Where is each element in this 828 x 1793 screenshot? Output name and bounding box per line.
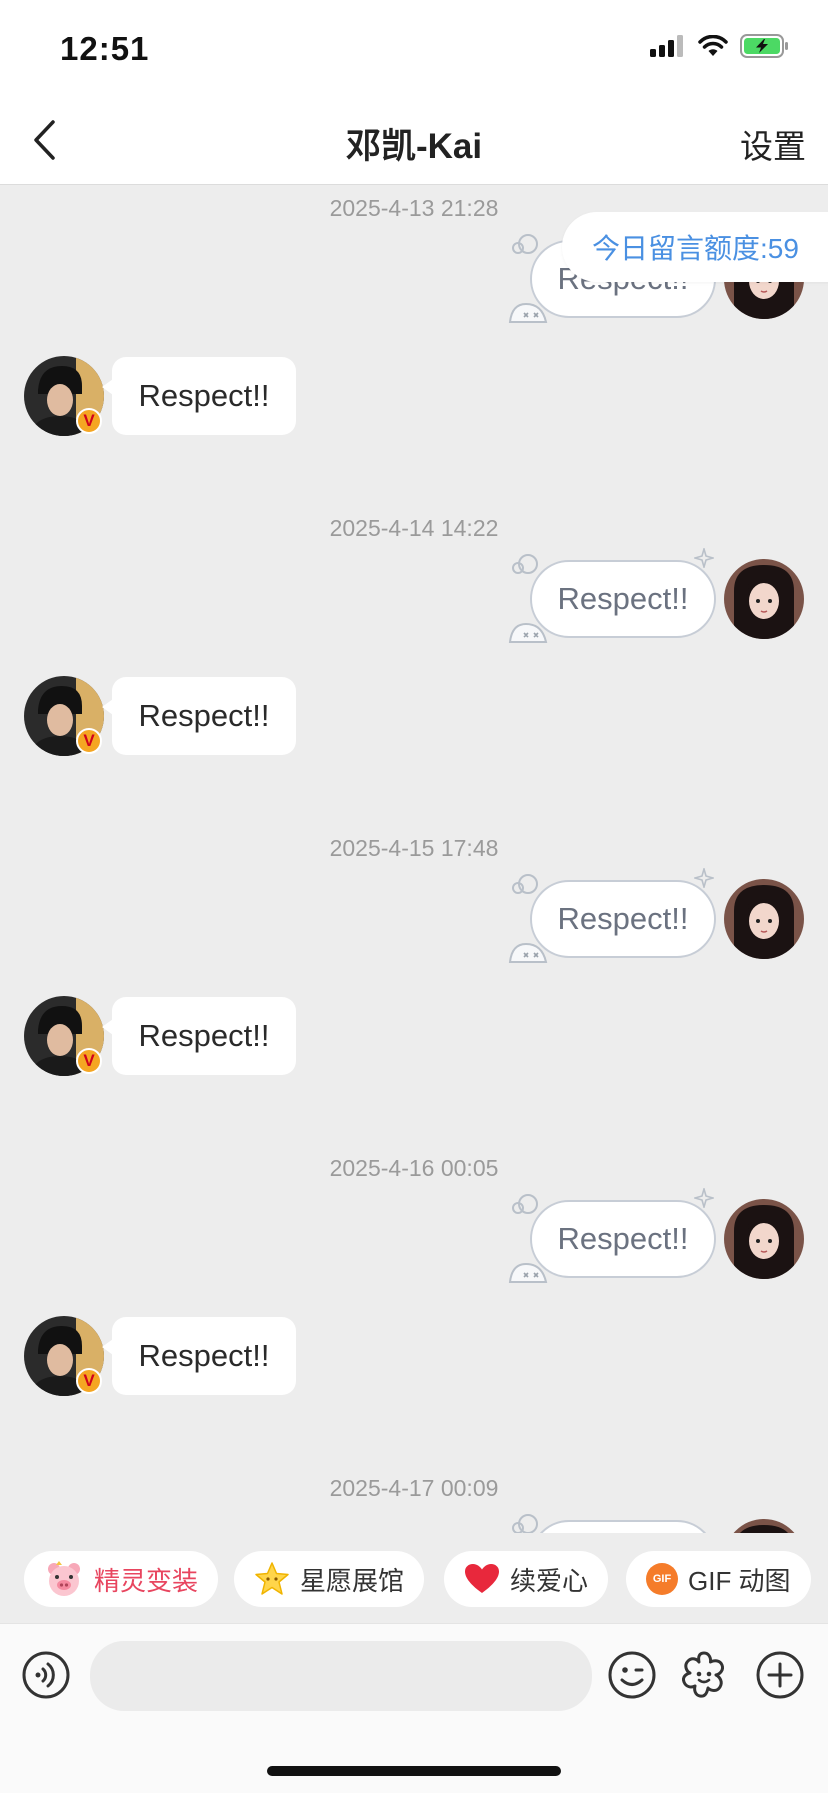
flower-button[interactable]: [678, 1649, 730, 1701]
message-timestamp: 2025-4-16 00:05: [329, 1155, 499, 1181]
heart-icon: [465, 1564, 499, 1593]
voice-button[interactable]: [20, 1649, 72, 1701]
chevron-left-icon: [34, 120, 55, 160]
sent-message-bubble[interactable]: Respect!!: [530, 560, 716, 638]
verified-badge-icon: V: [76, 728, 102, 754]
verified-badge-icon: V: [76, 408, 102, 434]
sprite-dressup-button[interactable]: 精灵变装: [24, 1551, 219, 1607]
page-title: 邓凯-Kai: [345, 127, 483, 166]
input-bar: [0, 1623, 828, 1793]
cellular-signal-icon: [650, 35, 683, 57]
quick-action-bar: 精灵变装 星愿展馆 续爱心 GIF GIF 动图: [0, 1533, 828, 1623]
chip-label: 续爱心: [510, 1565, 589, 1596]
quota-badge: 今日留言额度:59: [562, 212, 828, 282]
status-bar: 12:51: [0, 0, 828, 96]
received-message-bubble[interactable]: Respect!!: [102, 677, 296, 755]
emoji-button[interactable]: [606, 1649, 658, 1701]
verified-badge-icon: V: [76, 1048, 102, 1074]
received-message-bubble[interactable]: Respect!!: [102, 997, 296, 1075]
my-avatar[interactable]: [724, 1519, 804, 1533]
sent-message-bubble[interactable]: Respect!!: [530, 880, 716, 958]
my-avatar[interactable]: [724, 879, 804, 959]
sent-message-bubble[interactable]: [530, 1520, 716, 1533]
sent-message-bubble[interactable]: Respect!!: [530, 1200, 716, 1278]
voice-icon: [22, 1651, 70, 1699]
chat-area[interactable]: 2025-4-13 21:28 Respect!! VRespect!!2025…: [0, 185, 828, 1533]
status-icons: [650, 34, 790, 58]
plus-icon: [756, 1651, 804, 1699]
my-avatar[interactable]: [724, 559, 804, 639]
star-icon: [255, 1562, 289, 1595]
chip-label: 星愿展馆: [300, 1565, 405, 1596]
back-button[interactable]: [14, 110, 74, 170]
message-timestamp: 2025-4-15 17:48: [329, 835, 499, 861]
battery-charging-icon: [740, 34, 788, 58]
renew-love-button[interactable]: 续爱心: [444, 1551, 609, 1607]
chip-label: 精灵变装: [94, 1565, 199, 1596]
my-avatar[interactable]: [724, 1199, 804, 1279]
gif-icon: GIF: [646, 1563, 678, 1595]
nav-bar: 邓凯-Kai 设置: [0, 96, 828, 185]
received-message-bubble[interactable]: Respect!!: [102, 357, 296, 435]
gif-button[interactable]: GIF GIF 动图: [626, 1551, 811, 1607]
gif-icon-text: GIF: [652, 1573, 672, 1585]
star-wish-gallery-button[interactable]: 星愿展馆: [234, 1551, 425, 1607]
home-indicator: [267, 1766, 561, 1776]
status-time: 12:51: [60, 30, 150, 67]
more-button[interactable]: [754, 1649, 806, 1701]
verified-badge-icon: V: [76, 1368, 102, 1394]
wifi-icon: [698, 35, 728, 56]
flower-icon: [682, 1651, 724, 1698]
settings-button[interactable]: 设置: [740, 120, 806, 168]
quota-text: 今日留言额度:59: [592, 233, 799, 264]
received-message-bubble[interactable]: Respect!!: [102, 1317, 296, 1395]
message-timestamp: 2025-4-14 14:22: [329, 515, 499, 541]
message-input[interactable]: [90, 1641, 592, 1711]
message-timestamp: 2025-4-17 00:09: [329, 1475, 499, 1501]
pig-face-icon: [48, 1561, 80, 1596]
chip-label: GIF 动图: [688, 1565, 791, 1596]
emoji-icon: [608, 1651, 656, 1699]
